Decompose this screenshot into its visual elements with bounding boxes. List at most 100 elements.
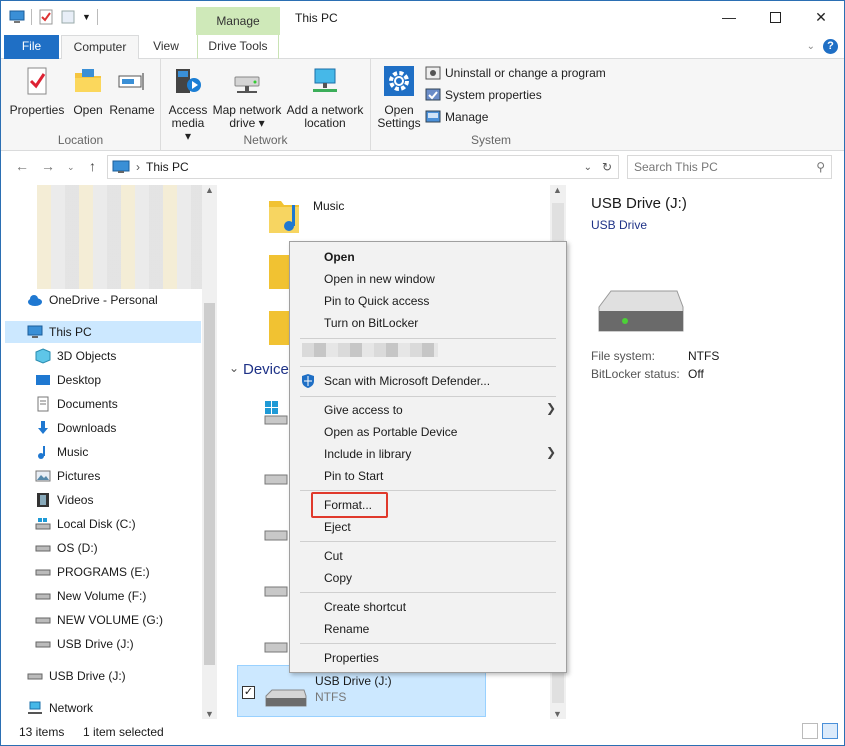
refresh-icon[interactable]: ↻ — [602, 160, 612, 174]
nav-downloads[interactable]: Downloads — [35, 417, 116, 439]
menu-turn-on-bitlocker[interactable]: Turn on BitLocker — [324, 312, 418, 334]
document-icon — [37, 396, 49, 412]
title-bar: ▼ Manage This PC — ✕ — [1, 1, 844, 35]
menu-include-in-library[interactable]: Include in library — [324, 443, 411, 465]
system-properties-button[interactable]: System properties — [425, 87, 542, 103]
network-location-icon — [313, 68, 337, 92]
scroll-down-icon[interactable]: ▼ — [553, 709, 562, 719]
nav-item-label: Desktop — [57, 373, 102, 387]
tab-drive-tools[interactable]: Drive Tools — [197, 35, 279, 59]
music-folder[interactable]: Music — [267, 195, 344, 235]
address-field[interactable]: › This PC ⌄ ↻ — [107, 155, 619, 179]
scroll-down-icon[interactable]: ▼ — [205, 709, 214, 719]
add-network-location-button[interactable]: Add a network location — [285, 65, 365, 130]
details-view-icon[interactable] — [802, 723, 818, 739]
this-pc-icon — [112, 160, 130, 173]
nav-documents[interactable]: Documents — [35, 393, 118, 415]
menu-eject[interactable]: Eject — [324, 516, 351, 538]
menu-pin-to-start[interactable]: Pin to Start — [324, 465, 383, 487]
uninstall-program-button[interactable]: Uninstall or change a program — [425, 65, 606, 81]
rename-button[interactable]: Rename — [109, 65, 155, 117]
address-dropdown-icon[interactable]: ⌄ — [584, 162, 592, 173]
nav-usb-drive-root[interactable]: USB Drive (J:) — [27, 665, 126, 687]
menu-open-new-window[interactable]: Open in new window — [324, 268, 435, 290]
tab-view[interactable]: View — [141, 35, 191, 59]
tab-file[interactable]: File — [4, 35, 59, 59]
help-icon[interactable]: ? — [823, 39, 838, 54]
network-icon — [28, 701, 42, 714]
menu-scan-defender[interactable]: Scan with Microsoft Defender... — [324, 370, 490, 392]
nav-item-label: NEW VOLUME (G:) — [57, 613, 164, 627]
qat-dropdown-icon[interactable]: ▼ — [82, 12, 91, 22]
open-settings-button[interactable]: Open Settings — [377, 65, 421, 130]
nav-this-pc[interactable]: This PC — [27, 321, 92, 343]
qat-divider — [96, 9, 98, 25]
menu-separator — [300, 541, 556, 542]
download-arrow-icon — [38, 421, 48, 434]
nav-new-volume-f[interactable]: New Volume (F:) — [35, 585, 146, 607]
drive-icon — [35, 569, 51, 576]
pictures-folder-icon[interactable] — [267, 251, 289, 291]
maximize-button[interactable] — [752, 1, 798, 33]
nav-videos[interactable]: Videos — [35, 489, 93, 511]
videos-folder-icon[interactable] — [267, 307, 289, 347]
nav-local-disk-c[interactable]: Local Disk (C:) — [35, 513, 136, 535]
menu-pin-quick-access[interactable]: Pin to Quick access — [324, 290, 429, 312]
map-network-drive-button[interactable]: Map network drive ▾ — [211, 65, 283, 130]
menu-open-portable-device[interactable]: Open as Portable Device — [324, 421, 457, 443]
properties-check-icon[interactable] — [38, 9, 54, 25]
nav-usb-drive-j[interactable]: USB Drive (J:) — [35, 633, 134, 655]
new-folder-icon[interactable] — [60, 9, 76, 25]
nav-desktop[interactable]: Desktop — [35, 369, 101, 391]
scroll-up-icon[interactable]: ▲ — [553, 185, 562, 195]
nav-new-volume-g[interactable]: NEW VOLUME (G:) — [35, 609, 163, 631]
nav-network[interactable]: Network — [27, 697, 93, 719]
devices-group-header[interactable]: Device — [243, 361, 289, 378]
search-placeholder: Search This PC — [634, 160, 718, 174]
computer-icon[interactable] — [9, 9, 25, 25]
drive-icon — [35, 617, 51, 624]
search-box[interactable]: Search This PC ⚲ — [627, 155, 832, 179]
recent-locations-icon[interactable]: ⌄ — [67, 162, 75, 173]
menu-rename[interactable]: Rename — [324, 618, 369, 640]
explorer-window: ▼ Manage This PC — ✕ File Computer View … — [0, 0, 845, 746]
nav-scroll-thumb[interactable] — [204, 303, 215, 665]
large-icons-view-icon[interactable] — [822, 723, 838, 739]
close-button[interactable]: ✕ — [798, 1, 844, 33]
nav-onedrive[interactable]: OneDrive - Personal — [27, 289, 158, 311]
nav-programs-e[interactable]: PROGRAMS (E:) — [35, 561, 150, 583]
tab-computer[interactable]: Computer — [61, 35, 139, 60]
usb-drive-large-icon — [598, 290, 684, 332]
open-settings-label: Open Settings — [377, 103, 421, 130]
menu-open[interactable]: Open — [324, 246, 355, 268]
nav-os-d[interactable]: OS (D:) — [35, 537, 98, 559]
minimize-button[interactable]: — — [706, 1, 752, 33]
blurred-menu-item[interactable] — [302, 343, 438, 357]
nav-music[interactable]: Music — [35, 441, 88, 463]
forward-icon[interactable]: → — [41, 158, 55, 174]
manage-button[interactable]: Manage — [425, 109, 488, 125]
nav-item-label: Pictures — [57, 469, 101, 483]
ribbon-right-controls: ⌄ ? — [807, 39, 838, 54]
back-icon[interactable]: ← — [15, 158, 29, 174]
menu-copy[interactable]: Copy — [324, 567, 352, 589]
nav-scrollbar[interactable]: ▲ ▼ — [202, 185, 217, 719]
fs-value: NTFS — [688, 349, 720, 363]
map-network-drive-label: Map network drive ▾ — [212, 103, 282, 130]
up-icon[interactable]: ↑ — [89, 158, 96, 174]
manage-contextual-tab[interactable]: Manage — [196, 7, 280, 35]
open-button[interactable]: Open — [69, 65, 107, 117]
nav-pictures[interactable]: Pictures — [35, 465, 100, 487]
menu-give-access[interactable]: Give access to — [324, 399, 403, 421]
expand-ribbon-icon[interactable]: ⌄ — [807, 41, 815, 52]
menu-cut[interactable]: Cut — [324, 545, 343, 567]
nav-3d-objects[interactable]: 3D Objects — [35, 345, 116, 367]
selection-checkbox[interactable]: ✓ — [242, 686, 255, 699]
properties-button[interactable]: Properties — [9, 65, 65, 117]
menu-separator — [300, 490, 556, 491]
access-media-button[interactable]: Access media ▾ — [167, 65, 209, 143]
collapse-devices-icon[interactable]: ⌄ — [229, 361, 239, 375]
scroll-up-icon[interactable]: ▲ — [205, 185, 214, 195]
menu-create-shortcut[interactable]: Create shortcut — [324, 596, 406, 618]
menu-properties[interactable]: Properties — [324, 647, 379, 669]
